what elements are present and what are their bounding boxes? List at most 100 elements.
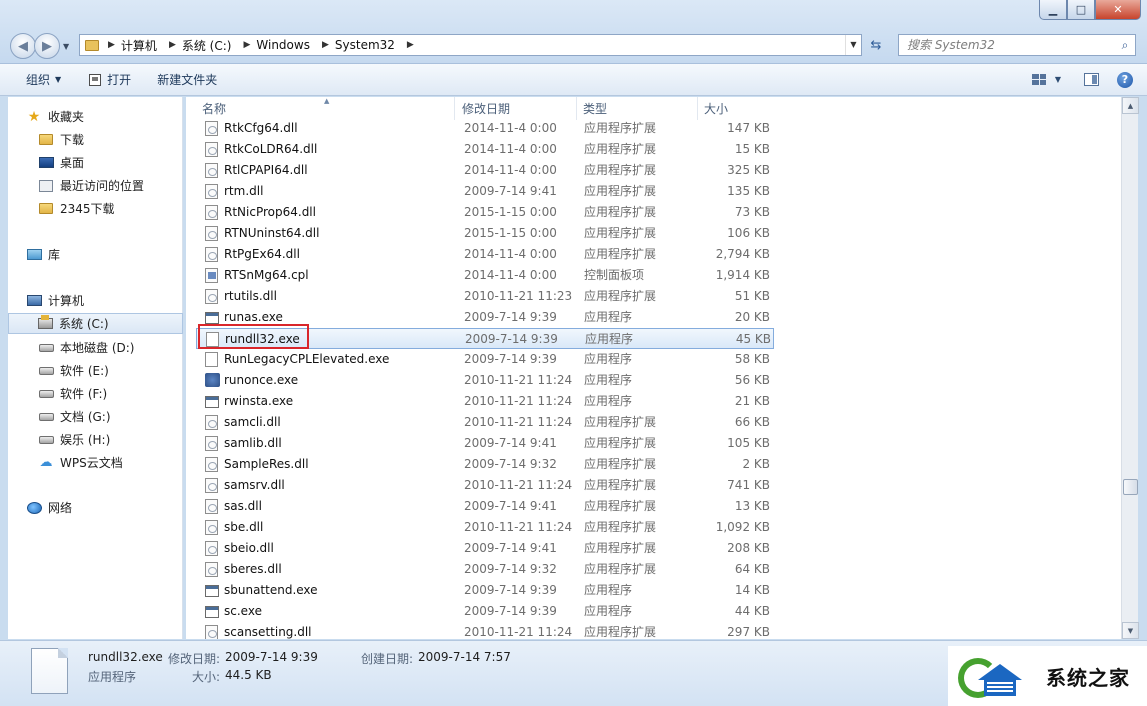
maximize-button[interactable]: □ [1067, 0, 1095, 20]
watermark-logo-icon [958, 652, 1046, 700]
sidebar-item-drive-f[interactable]: 软件 (F:) [38, 383, 178, 404]
view-options-dropdown[interactable]: ▼ [1051, 69, 1065, 91]
sidebar-item-drive-h[interactable]: 娱乐 (H:) [38, 429, 178, 450]
file-date: 2010-11-21 11:24 [464, 394, 573, 408]
file-row[interactable]: runas.exe 2009-7-14 9:39 应用程序 20 KB [196, 307, 774, 328]
sidebar-item-computer[interactable]: 计算机 [26, 290, 176, 311]
breadcrumb-drive-c[interactable]: 系统 (C:) [182, 37, 232, 54]
file-row[interactable]: RunLegacyCPLElevated.exe 2009-7-14 9:39 应用… [196, 349, 774, 370]
sidebar-item-downloads[interactable]: 下载 [38, 129, 178, 150]
column-size[interactable]: 大小 [698, 97, 776, 120]
sidebar-item-libraries[interactable]: 库 [26, 244, 176, 265]
vertical-scrollbar[interactable]: ▲ ▼ [1121, 97, 1139, 639]
open-button[interactable]: 打开 [79, 68, 141, 92]
file-row[interactable]: rundll32.exe 2009-7-14 9:39 应用程序 45 KB [196, 328, 774, 349]
file-row[interactable]: sbunattend.exe 2009-7-14 9:39 应用程序 14 KB [196, 580, 774, 601]
column-name[interactable]: 名称 [196, 97, 455, 120]
file-row[interactable]: samsrv.dll 2010-11-21 11:24 应用程序扩展 741 KB [196, 475, 774, 496]
file-type: 应用程序扩展 [584, 247, 657, 261]
file-type: 应用程序扩展 [584, 142, 657, 156]
sidebar-item-2345-downloads[interactable]: 2345下载 [38, 198, 178, 219]
file-row[interactable]: samlib.dll 2009-7-14 9:41 应用程序扩展 105 KB [196, 433, 774, 454]
file-row[interactable]: sc.exe 2009-7-14 9:39 应用程序 44 KB [196, 601, 774, 622]
breadcrumb-computer[interactable]: 计算机 [121, 37, 157, 54]
file-row[interactable]: rtm.dll 2009-7-14 9:41 应用程序扩展 135 KB [196, 181, 774, 202]
search-icon[interactable]: ⌕ [1115, 38, 1135, 53]
details-modified-value: 2009-7-14 9:39 [225, 650, 318, 664]
file-date: 2010-11-21 11:24 [464, 373, 573, 387]
network-icon [26, 501, 42, 514]
breadcrumb: ▶ 计算机 ▶ 系统 (C:) ▶ Windows ▶ System32 ▶ [104, 37, 420, 54]
dll-file-icon [205, 499, 218, 514]
sidebar-item-wps-cloud[interactable]: ☁ WPS云文档 [38, 452, 178, 473]
breadcrumb-system32[interactable]: System32 [335, 38, 395, 52]
file-name: RunLegacyCPLElevated.exe [224, 352, 390, 366]
file-row[interactable]: RtPgEx64.dll 2014-11-4 0:00 应用程序扩展 2,794 KB [196, 244, 774, 265]
chevron-right-icon[interactable]: ▶ [169, 40, 176, 50]
file-row[interactable]: sbeio.dll 2009-7-14 9:41 应用程序扩展 208 KB [196, 538, 774, 559]
hard-drive-icon [38, 412, 54, 421]
file-row[interactable]: scansetting.dll 2010-11-21 11:24 应用程序扩展 297… [196, 622, 774, 639]
change-view-button[interactable] [1027, 69, 1051, 91]
recent-pages-dropdown[interactable]: ▼ [63, 42, 69, 51]
back-button[interactable]: ◀ [10, 33, 36, 59]
sidebar-item-desktop[interactable]: 桌面 [38, 152, 178, 173]
file-type: 应用程序 [584, 604, 633, 618]
sidebar-item-drive-e[interactable]: 软件 (E:) [38, 360, 178, 381]
folder-icon [85, 39, 99, 51]
scroll-down-button[interactable]: ▼ [1122, 622, 1139, 639]
help-button[interactable]: ? [1113, 69, 1137, 91]
sidebar-item-label: 桌面 [60, 156, 85, 170]
file-type: 应用程序扩展 [584, 520, 657, 534]
file-name: sc.exe [224, 604, 262, 618]
chevron-right-icon[interactable]: ▶ [243, 40, 250, 50]
column-type[interactable]: 类型 [577, 97, 698, 120]
chevron-right-icon[interactable]: ▶ [108, 40, 115, 50]
scroll-up-button[interactable]: ▲ [1122, 97, 1139, 114]
new-folder-button[interactable]: 新建文件夹 [147, 68, 227, 92]
column-date[interactable]: 修改日期 [456, 97, 577, 120]
file-name: sberes.dll [224, 562, 282, 576]
file-name: samsrv.dll [224, 478, 285, 492]
file-size: 21 KB [734, 394, 770, 408]
forward-button[interactable]: ▶ [34, 33, 60, 59]
file-row[interactable]: runonce.exe 2010-11-21 11:24 应用程序 56 KB [196, 370, 774, 391]
sidebar-item-drive-g[interactable]: 文档 (G:) [38, 406, 178, 427]
file-size: 44 KB [734, 604, 770, 618]
file-row[interactable]: RtkCoLDR64.dll 2014-11-4 0:00 应用程序扩展 15 KB [196, 139, 774, 160]
file-row[interactable]: RtNicProp64.dll 2015-1-15 0:00 应用程序扩展 73 KB [196, 202, 774, 223]
close-button[interactable]: ✕ [1095, 0, 1141, 20]
file-row[interactable]: RTNUninst64.dll 2015-1-15 0:00 应用程序扩展 106 K… [196, 223, 774, 244]
sidebar-item-drive-c[interactable]: 系统 (C:) [8, 313, 183, 334]
chevron-right-icon[interactable]: ▶ [322, 40, 329, 50]
sidebar-item-favorites[interactable]: ★ 收藏夹 [26, 106, 176, 127]
file-row[interactable]: sbe.dll 2010-11-21 11:24 应用程序扩展 1,092 KB [196, 517, 774, 538]
chevron-right-icon[interactable]: ▶ [407, 40, 414, 50]
address-bar[interactable]: ▶ 计算机 ▶ 系统 (C:) ▶ Windows ▶ System32 ▶ ▼ [79, 34, 862, 56]
file-row[interactable]: sberes.dll 2009-7-14 9:32 应用程序扩展 64 KB [196, 559, 774, 580]
sidebar-item-recent[interactable]: 最近访问的位置 [38, 175, 178, 196]
file-row[interactable]: RtlCPAPI64.dll 2014-11-4 0:00 应用程序扩展 325 KB [196, 160, 774, 181]
scroll-thumb[interactable] [1123, 479, 1138, 495]
file-type: 应用程序 [585, 332, 634, 346]
sidebar-item-network[interactable]: 网络 [26, 497, 176, 518]
file-row[interactable]: rwinsta.exe 2010-11-21 11:24 应用程序 21 KB [196, 391, 774, 412]
file-row[interactable]: RtkCfg64.dll 2014-11-4 0:00 应用程序扩展 147 KB [196, 118, 774, 139]
address-dropdown[interactable]: ▼ [845, 35, 861, 55]
minimize-button[interactable]: ▁ [1039, 0, 1067, 20]
file-row[interactable]: sas.dll 2009-7-14 9:41 应用程序扩展 13 KB [196, 496, 774, 517]
file-date: 2009-7-14 9:32 [464, 562, 557, 576]
file-row[interactable]: RTSnMg64.cpl 2014-11-4 0:00 控制面板项 1,914 KB [196, 265, 774, 286]
file-row[interactable]: samcli.dll 2010-11-21 11:24 应用程序扩展 66 KB [196, 412, 774, 433]
breadcrumb-windows[interactable]: Windows [256, 38, 310, 52]
file-row[interactable]: rtutils.dll 2010-11-21 11:23 应用程序扩展 51 KB [196, 286, 774, 307]
file-row[interactable]: SampleRes.dll 2009-7-14 9:32 应用程序扩展 2 KB [196, 454, 774, 475]
file-size: 73 KB [734, 205, 770, 219]
sidebar-item-drive-d[interactable]: 本地磁盘 (D:) [38, 337, 178, 358]
file-date: 2014-11-4 0:00 [464, 268, 557, 282]
preview-pane-button[interactable] [1079, 69, 1103, 91]
search-input[interactable] [899, 38, 1115, 52]
refresh-button[interactable]: ⇆ [865, 34, 887, 56]
file-type: 应用程序扩展 [584, 289, 657, 303]
organize-button[interactable]: 组织 ▼ [16, 68, 71, 92]
